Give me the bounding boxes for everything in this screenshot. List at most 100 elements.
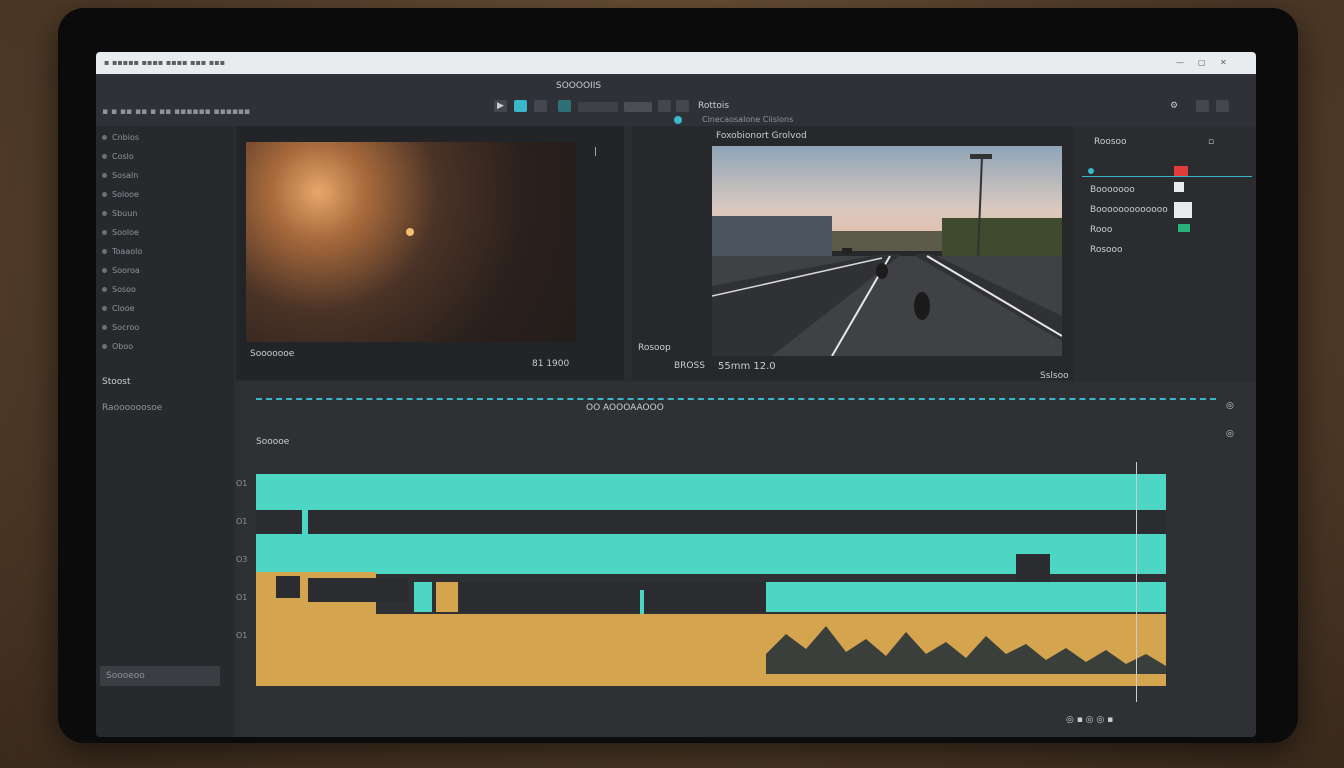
source-marker-icon[interactable]: | [594, 148, 597, 157]
left-panel-row[interactable]: Oboo [100, 341, 230, 353]
lock-icon[interactable]: ▫ [1208, 138, 1214, 147]
panel-toggle-2[interactable] [1216, 100, 1229, 112]
left-panel-row[interactable]: Socroo [100, 322, 230, 334]
left-panel-row[interactable]: Sbuun [100, 208, 230, 220]
property-row-1: Booooooo [1090, 185, 1135, 195]
audio-clip-gap-2 [308, 578, 408, 602]
mode-label: Rottois [698, 101, 730, 111]
source-preview [246, 142, 576, 342]
left-panel-row[interactable]: Solooe [100, 189, 230, 201]
color-swatch-2[interactable] [1174, 202, 1192, 218]
menu-bar[interactable]: ▪ ▪▪▪▪▪ ▪▪▪▪ ▪▪▪▪ ▪▪▪ ▪▪▪ [104, 59, 225, 67]
program-monitor: Foxobionort Grolvod Rosoop BROSS 55mm 12… [632, 126, 1074, 381]
maximize-button[interactable]: ▢ [1198, 59, 1206, 67]
select-tool-button[interactable] [514, 100, 527, 112]
zoom-icon[interactable]: ◎ [1226, 402, 1234, 411]
program-timecode: 55mm 12.0 [718, 361, 776, 372]
row-bullet-icon [102, 306, 107, 311]
eye-icon[interactable]: ◎ [1226, 430, 1234, 439]
stop-icon[interactable] [534, 100, 547, 112]
program-preview [712, 146, 1062, 356]
left-panel-row[interactable]: Cnbios [100, 132, 230, 144]
toolbar: SOOOOIIS ▶ Rottois Cinecaosalone Ciislon… [96, 74, 1256, 126]
timeline-ruler[interactable] [256, 398, 1216, 404]
playhead-marker[interactable] [640, 590, 644, 614]
playhead[interactable] [1136, 462, 1137, 702]
editor-window: ▪ ▪▪▪▪▪ ▪▪▪▪ ▪▪▪▪ ▪▪▪ ▪▪▪ — ▢ ✕ SOOOOIIS… [96, 52, 1256, 737]
left-panel-row[interactable]: Clooe [100, 303, 230, 315]
sequence-label: Sooooe [256, 437, 290, 447]
source-monitor: Sooooooe 81 1900 | [236, 126, 624, 380]
row-bullet-icon [102, 287, 107, 292]
program-title: Foxobionort Grolvod [716, 131, 807, 141]
row-bullet-icon [102, 344, 107, 349]
title-bar: ▪ ▪▪▪▪▪ ▪▪▪▪ ▪▪▪▪ ▪▪▪ ▪▪▪ — ▢ ✕ [96, 52, 1256, 74]
status-indicator [1178, 224, 1190, 232]
track-label[interactable]: O1 [236, 480, 247, 488]
row-bullet-icon [102, 192, 107, 197]
left-panel-bottom-header: Raoooooosoe [102, 403, 163, 413]
audio-clip-short[interactable] [436, 582, 458, 612]
row-bullet-icon [102, 154, 107, 159]
tool-field[interactable] [578, 102, 618, 112]
left-panel-row[interactable]: Sosoo [100, 284, 230, 296]
property-row-3: Rooo [1090, 225, 1113, 235]
video-track-1[interactable] [256, 474, 1166, 510]
arrow-tool-button[interactable] [558, 100, 571, 112]
row-bullet-icon [102, 230, 107, 235]
property-row-4: Rosooo [1090, 245, 1123, 255]
row-bullet-icon [102, 268, 107, 273]
left-panel-row-label: Sooroa [112, 266, 140, 275]
left-panel-row[interactable]: Toaaolo [100, 246, 230, 258]
clip-marker[interactable] [302, 510, 308, 534]
slash-tool-button[interactable] [676, 100, 689, 112]
track-label[interactable]: O3 [236, 556, 247, 564]
toolbar-center-title: SOOOOIIS [556, 81, 602, 91]
left-panel-row-label: Cnbios [112, 133, 140, 142]
color-swatch[interactable] [1174, 182, 1184, 192]
search-input[interactable]: Soooeoo [100, 666, 220, 686]
status-dot [674, 116, 682, 124]
tool-field-2[interactable] [624, 102, 652, 112]
left-panel-row-label: Sosoo [112, 285, 136, 294]
program-side-label: Rosoop [638, 343, 671, 353]
left-panel-row[interactable]: Coslo [100, 151, 230, 163]
audio-track-gap [460, 582, 766, 612]
play-icon[interactable]: ▶ [494, 100, 507, 112]
timeline-ruler-label: OO AOOOAAOOO [586, 403, 664, 413]
close-button[interactable]: ✕ [1220, 59, 1227, 67]
video-track-1-gap [256, 510, 1166, 534]
source-label: Sooooooe [250, 349, 295, 359]
left-panel-row-label: Socroo [112, 323, 140, 332]
track-label[interactable]: O1 [236, 594, 247, 602]
timeline-footer-icons[interactable]: ◎ ▪ ◎ ◎ ▪ [1066, 716, 1113, 725]
left-panel-row-label: Solooe [112, 190, 139, 199]
row-bullet-icon [102, 249, 107, 254]
left-panel-row-label: Sbuun [112, 209, 138, 218]
minimize-button[interactable]: — [1176, 59, 1184, 67]
left-panel-row-label: Sooloe [112, 228, 139, 237]
left-panel-row-label: Toaaolo [112, 247, 143, 256]
row-bullet-icon [102, 135, 107, 140]
audio-clip-gap [276, 576, 300, 598]
left-panel-row[interactable]: Sosaln [100, 170, 230, 182]
property-row-2: Booooooooooooo [1090, 205, 1168, 215]
light-point [406, 228, 414, 236]
left-panel-row[interactable]: Sooloe [100, 227, 230, 239]
track-label[interactable]: O1 [236, 518, 247, 526]
video-track-3[interactable] [766, 582, 1166, 612]
next-icon[interactable] [658, 100, 671, 112]
left-panel-row-label: Coslo [112, 152, 134, 161]
property-slider[interactable] [1082, 166, 1252, 177]
record-icon[interactable] [1174, 166, 1188, 176]
left-panel-header: Stoost [102, 377, 131, 387]
panel-toggle-1[interactable] [1196, 100, 1209, 112]
track-label[interactable]: O1 [236, 632, 247, 640]
left-panel-row[interactable]: Sooroa [100, 265, 230, 277]
sub-label: Cinecaosalone Ciislons [702, 115, 794, 124]
toolbar-left-icons[interactable]: ▪ ▪ ▪▪ ▪▪ ▪ ▪▪ ▪▪▪▪▪▪ ▪▪▪▪▪▪ [102, 108, 250, 117]
properties-panel: Roosoo ▫ Booooooo Booooooooooooo Rooo Ro… [1078, 126, 1256, 380]
settings-icon[interactable]: ⚙ [1170, 102, 1178, 111]
video-clip-short[interactable] [414, 582, 432, 612]
timeline-panel: OO AOOOAAOOO Sooooe ◎ ◎ O1 O1 O3 O1 O1 ◎ ▪ ◎… [236, 382, 1256, 737]
